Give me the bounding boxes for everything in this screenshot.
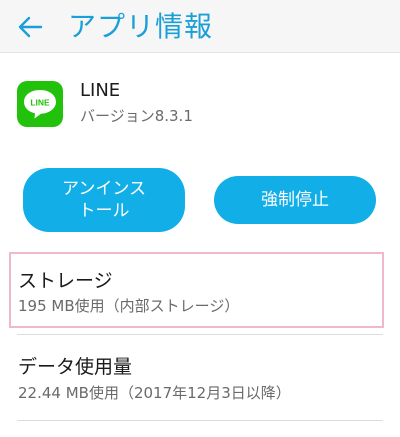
- app-name: LINE: [80, 80, 121, 101]
- app-header: LINE LINE バージョン8.3.1: [17, 78, 387, 130]
- uninstall-button-label: アンインストール: [62, 179, 146, 221]
- force-stop-button[interactable]: 強制停止: [214, 176, 376, 224]
- app-bar: アプリ情報: [0, 0, 400, 53]
- line-app-icon: LINE: [17, 81, 63, 127]
- storage-title: ストレージ: [18, 270, 113, 292]
- divider: [17, 334, 383, 335]
- back-button[interactable]: [10, 8, 50, 46]
- data-usage-row[interactable]: データ使用量 22.44 MB使用（2017年12月3日以降）: [0, 338, 400, 420]
- storage-summary: 195 MB使用（内部ストレージ）: [18, 297, 240, 315]
- data-usage-summary: 22.44 MB使用（2017年12月3日以降）: [18, 384, 291, 402]
- data-usage-title: データ使用量: [18, 356, 133, 378]
- force-stop-button-label: 強制停止: [261, 190, 329, 210]
- app-version: バージョン8.3.1: [80, 107, 193, 125]
- storage-row[interactable]: ストレージ 195 MB使用（内部ストレージ）: [9, 252, 384, 328]
- page-title: アプリ情報: [68, 10, 214, 43]
- arrow-left-icon: [18, 16, 43, 38]
- line-icon-text: LINE: [30, 98, 50, 108]
- uninstall-button[interactable]: アンインストール: [23, 168, 185, 232]
- divider: [17, 420, 383, 421]
